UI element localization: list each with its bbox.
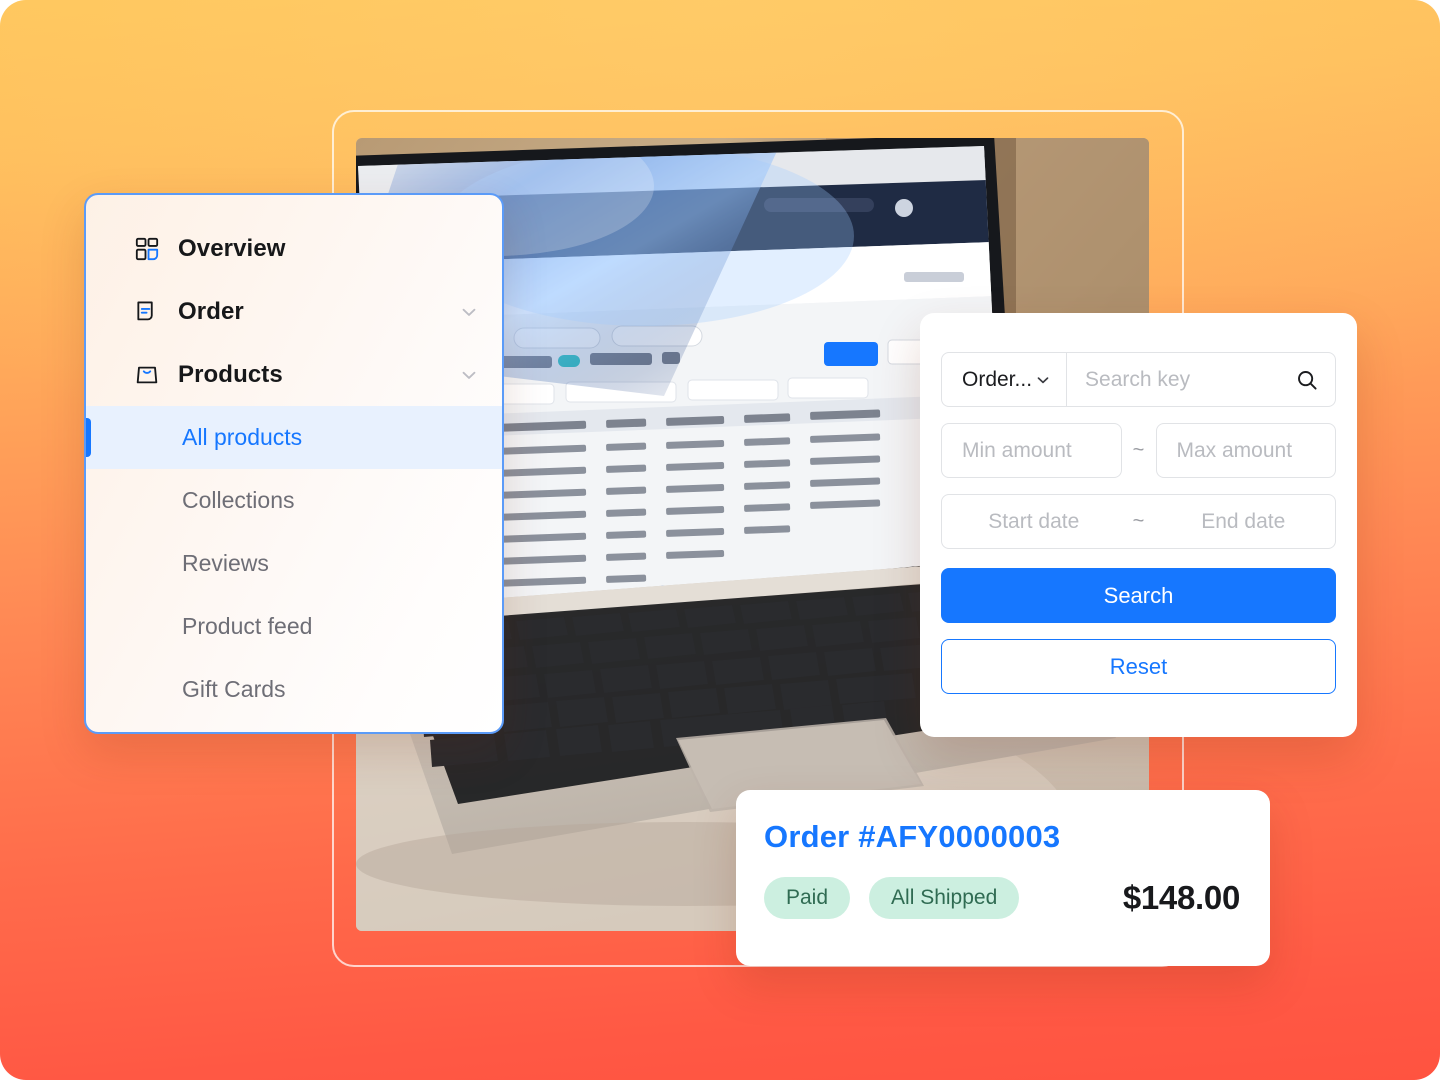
search-scope-value: Order... — [962, 367, 1033, 391]
reset-button[interactable]: Reset — [941, 639, 1336, 694]
shipping-status-badge: All Shipped — [869, 877, 1020, 919]
products-sidebar-card: Overview Order Products All products Col… — [84, 193, 504, 734]
order-status-row: Paid All Shipped $148.00 — [764, 877, 1240, 919]
sidebar-item-overview[interactable]: Overview — [86, 217, 502, 280]
shopping-bag-icon — [136, 366, 158, 383]
start-date-input[interactable]: Start date — [942, 510, 1126, 534]
search-scope-select[interactable]: Order... — [942, 353, 1068, 406]
sidebar-subitem-label: Reviews — [182, 550, 269, 576]
sidebar-item-label: Overview — [178, 234, 286, 262]
active-indicator-bar — [86, 418, 91, 457]
sidebar-item-label: Order — [178, 297, 244, 325]
dashboard-grid-icon — [135, 237, 159, 260]
hero-canvas: Overview Order Products All products Col… — [0, 0, 1440, 1080]
sidebar-subitem-label: Collections — [182, 487, 295, 513]
order-id-link[interactable]: Order #AFY0000003 — [764, 819, 1240, 855]
order-summary-card: Order #AFY0000003 Paid All Shipped $148.… — [736, 790, 1270, 966]
amount-range-row: Min amount ~ Max amount — [941, 423, 1336, 478]
sidebar-subitem-reviews[interactable]: Reviews — [86, 532, 502, 595]
sidebar-subitem-gift-cards[interactable]: Gift Cards — [86, 658, 502, 721]
sidebar-products-submenu: All products Collections Reviews Product… — [86, 406, 502, 721]
sidebar-subitem-label: Gift Cards — [182, 676, 286, 702]
date-range-separator: ~ — [1132, 510, 1145, 532]
order-total-amount: $148.00 — [1122, 879, 1240, 916]
search-combo: Order... Search key — [941, 352, 1336, 407]
search-key-input[interactable]: Search key — [1067, 353, 1335, 406]
search-icon[interactable] — [1295, 368, 1319, 392]
sidebar-subitem-product-feed[interactable]: Product feed — [86, 595, 502, 658]
sidebar-subitem-collections[interactable]: Collections — [86, 469, 502, 532]
sidebar-subitem-label: Product feed — [182, 613, 313, 639]
sidebar-item-order[interactable]: Order — [86, 280, 502, 343]
min-amount-input[interactable]: Min amount — [941, 423, 1122, 478]
sidebar-subitem-all-products[interactable]: All products — [86, 406, 502, 469]
sidebar-primary-nav: Overview Order Products — [86, 195, 502, 406]
payment-status-badge: Paid — [764, 877, 851, 919]
search-key-placeholder: Search key — [1085, 367, 1191, 391]
amount-range-separator: ~ — [1132, 439, 1145, 461]
end-date-input[interactable]: End date — [1152, 510, 1336, 534]
search-key-row: Order... Search key — [941, 352, 1336, 407]
sidebar-item-products[interactable]: Products — [86, 343, 502, 406]
order-search-panel: Order... Search key Min amount ~ Max amo… — [920, 313, 1357, 737]
sidebar-item-label: Products — [178, 360, 283, 388]
chevron-down-icon[interactable] — [458, 364, 480, 386]
chevron-down-icon[interactable] — [458, 301, 480, 323]
sidebar-subitem-label: All products — [182, 424, 303, 450]
document-lines-icon — [137, 301, 153, 320]
max-amount-input[interactable]: Max amount — [1155, 423, 1336, 478]
date-range-picker[interactable]: Start date ~ End date — [941, 494, 1336, 549]
search-button[interactable]: Search — [941, 568, 1336, 623]
chevron-down-icon — [1037, 376, 1049, 383]
